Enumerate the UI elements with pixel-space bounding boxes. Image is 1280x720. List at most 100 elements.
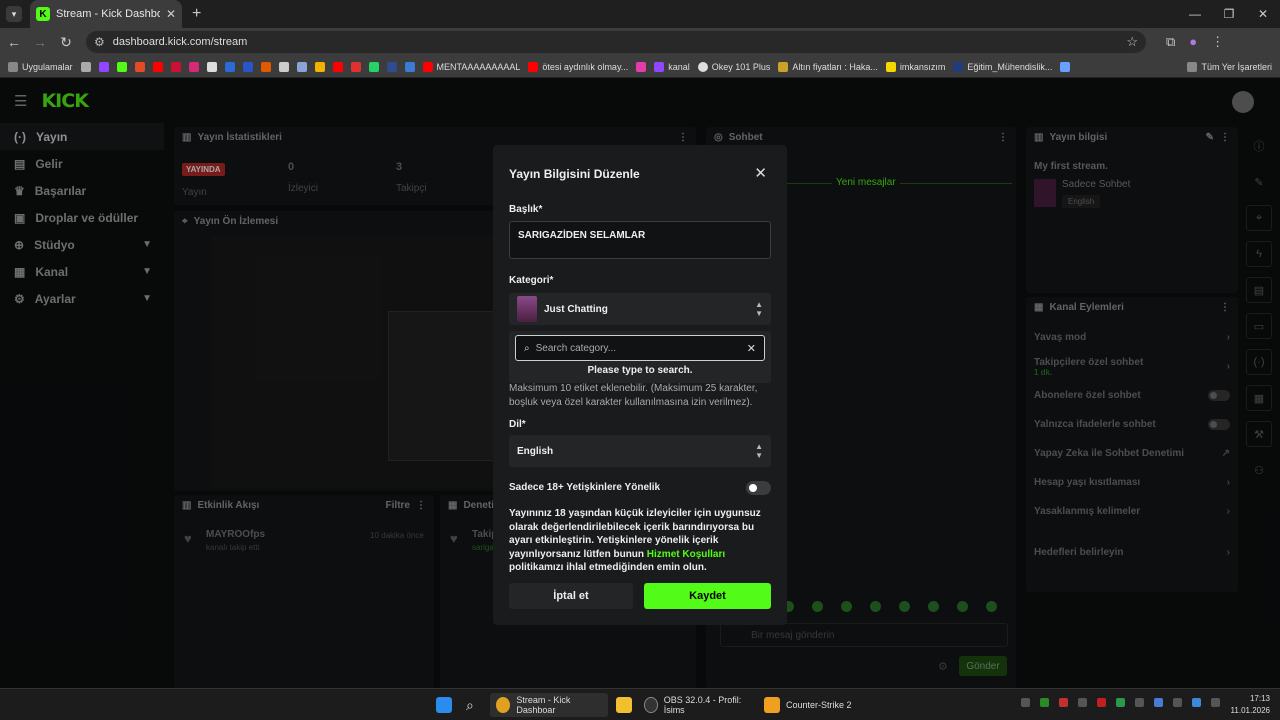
bookmark-icon[interactable] [134, 61, 145, 72]
cancel-button[interactable]: İptal et [509, 583, 633, 609]
clock[interactable]: 17:13 11.01.2026 [1231, 693, 1270, 717]
volume-icon[interactable] [1211, 698, 1220, 707]
tab-close-icon[interactable]: ✕ [166, 7, 176, 21]
bookmark-item[interactable]: imkansızım [885, 61, 945, 72]
gemini-icon[interactable] [1060, 61, 1071, 72]
folder-icon [1187, 61, 1198, 72]
twitch-icon[interactable] [98, 61, 109, 72]
search-icon: ⌕ [466, 696, 474, 713]
bookmark-item[interactable]: Eğitim_Mühendislik... [953, 61, 1052, 72]
bookmark-icon[interactable] [314, 61, 325, 72]
adult-label: Sadece 18+ Yetişkinlere Yönelik [509, 482, 661, 493]
close-icon[interactable]: ✕ [754, 164, 767, 182]
window-controls: — ❐ ✕ [1178, 0, 1280, 28]
back-icon[interactable]: ← [2, 34, 26, 50]
search-icon: ⌕ [524, 342, 530, 354]
bookmark-item[interactable]: MENTAAAAAAAAAL [422, 61, 520, 72]
bookmark-icon[interactable] [80, 61, 91, 72]
select-arrows-icon: ▲ ▼ [755, 442, 763, 460]
bookmark-apps[interactable]: Uygulamalar [8, 61, 73, 72]
new-tab-icon[interactable]: + [192, 5, 201, 23]
title-label: Başlık* [509, 204, 543, 215]
language-select[interactable]: English ▲ ▼ [509, 435, 771, 467]
tray-icon[interactable] [1078, 698, 1087, 707]
select-arrows-icon: ▲ ▼ [755, 300, 763, 318]
youtube-icon [528, 61, 539, 72]
bookmark-icon [953, 61, 964, 72]
category-select[interactable]: Just Chatting ▲ ▼ [509, 293, 771, 325]
tray-icon[interactable] [1154, 698, 1163, 707]
tray-icon[interactable] [1059, 698, 1068, 707]
adult-warning: Yayınınız 18 yaşından küçük izleyiciler … [509, 508, 761, 573]
tray-icon[interactable] [1021, 698, 1030, 707]
apps-grid-icon [8, 61, 18, 72]
bookmark-icon[interactable] [170, 61, 181, 72]
browser-menu-icon[interactable]: ⋮ [1211, 34, 1224, 50]
bookmark-icon [778, 61, 789, 72]
bookmark-item[interactable]: kanal [654, 61, 690, 72]
close-window-icon[interactable]: ✕ [1246, 0, 1280, 28]
mic-icon[interactable] [1192, 698, 1201, 707]
youtube-icon[interactable] [152, 61, 163, 72]
category-search-input[interactable]: ⌕ Search category... ✕ [515, 335, 765, 361]
adult-toggle[interactable] [746, 481, 771, 495]
all-bookmarks[interactable]: Tüm Yer İşaretleri [1187, 61, 1272, 72]
windows-taskbar: ⌕ Stream - Kick Dashboar OBS 32.0.4 - Pr… [0, 688, 1280, 720]
search-button[interactable]: ⌕ [460, 693, 480, 717]
bookmark-item[interactable]: Okey 101 Plus [697, 61, 770, 72]
title-input[interactable]: SARIGAZİDEN SELAMLAR [509, 221, 771, 259]
taskbar-cs2[interactable]: Counter-Strike 2 [758, 693, 858, 717]
tray-icon[interactable] [1135, 698, 1144, 707]
clear-search-icon[interactable]: ✕ [747, 342, 756, 355]
tray-icon[interactable] [1116, 698, 1125, 707]
category-label: Kategori* [509, 275, 554, 286]
minimize-icon[interactable]: — [1178, 0, 1212, 28]
terms-link[interactable]: Hizmet Koşulları [647, 549, 725, 560]
cs2-icon [764, 697, 780, 713]
whatsapp-icon[interactable] [368, 61, 379, 72]
taskbar-obs[interactable]: OBS 32.0.4 - Profil: İsims [638, 693, 754, 717]
language-label: Dil* [509, 419, 526, 430]
tray-icon[interactable] [1097, 698, 1106, 707]
tab-search-icon[interactable]: ▾ [6, 6, 22, 22]
bookmark-item[interactable]: Altın fiyatları : Haka... [778, 61, 878, 72]
bookmark-icon[interactable] [404, 61, 415, 72]
bookmark-icon[interactable] [224, 61, 235, 72]
bookmark-icon[interactable] [386, 61, 397, 72]
folder-icon [616, 697, 632, 713]
save-button[interactable]: Kaydet [644, 583, 771, 609]
profile-icon[interactable]: ● [1189, 34, 1197, 50]
wifi-icon[interactable] [1173, 698, 1182, 707]
bookmark-icon[interactable] [242, 61, 253, 72]
bookmark-icon[interactable] [636, 61, 647, 72]
bookmark-item[interactable]: ötesi aydınlık olmay... [528, 61, 628, 72]
browser-tabbar: ▾ K Stream - Kick Dashboard ✕ + — ❐ ✕ [0, 0, 1280, 28]
extensions-icon[interactable]: ⧉ [1166, 34, 1175, 50]
maximize-icon[interactable]: ❐ [1212, 0, 1246, 28]
bookmark-star-icon[interactable]: ☆ [1126, 34, 1138, 50]
tray-icon[interactable] [1040, 698, 1049, 707]
address-bar-row: ← → ↻ ⚙ dashboard.kick.com/stream ☆ ⧉ ● … [0, 28, 1280, 56]
forward-icon[interactable]: → [28, 34, 52, 50]
modal-title: Yayın Bilgisini Düzenle [509, 167, 640, 181]
browser-tab[interactable]: K Stream - Kick Dashboard ✕ [30, 0, 182, 28]
kick-icon[interactable] [116, 61, 127, 72]
windows-icon [436, 697, 452, 713]
x-icon[interactable] [278, 61, 289, 72]
url-bar[interactable]: ⚙ dashboard.kick.com/stream ☆ [86, 31, 1146, 53]
youtube-icon[interactable] [332, 61, 343, 72]
instagram-icon[interactable] [188, 61, 199, 72]
start-button[interactable] [430, 693, 458, 717]
bookmark-icon[interactable] [260, 61, 271, 72]
bookmark-icon [697, 61, 708, 72]
bookmark-icon[interactable] [350, 61, 361, 72]
obs-icon [644, 697, 658, 713]
reload-icon[interactable]: ↻ [54, 34, 78, 51]
site-info-icon[interactable]: ⚙ [94, 35, 105, 49]
bookmark-icon[interactable] [206, 61, 217, 72]
kick-dashboard: ☰ KICK (·) Yayın ▤ Gelir ♛ Başarılar ▣ Dropl… [0, 79, 1280, 688]
bookmark-icon[interactable] [296, 61, 307, 72]
search-hint: Please type to search. [587, 365, 693, 376]
taskbar-chrome[interactable]: Stream - Kick Dashboar [490, 693, 608, 717]
taskbar-explorer[interactable] [610, 693, 638, 717]
